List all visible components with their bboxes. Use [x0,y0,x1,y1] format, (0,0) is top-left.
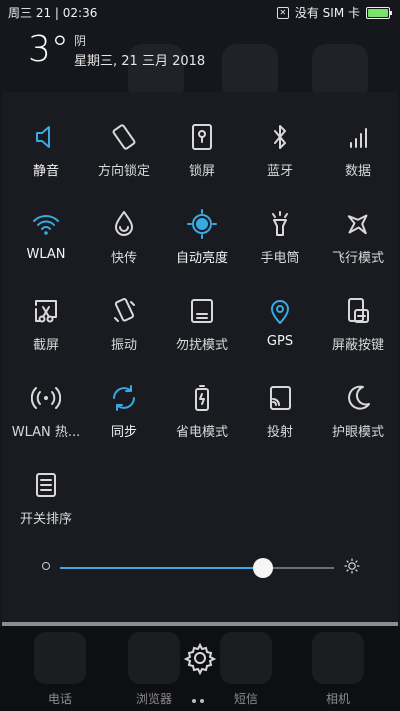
brightness-track[interactable] [60,558,334,578]
vibrate-icon [114,298,135,322]
tile-cast[interactable]: 投射 [240,361,320,441]
brightness-low-icon [42,562,50,570]
tile-label: WLAN [26,247,66,262]
location-pin-icon [271,300,289,324]
tile-label: 快传 [110,251,137,266]
sync-icon [113,385,135,411]
tile-label: 开关排序 [19,512,72,527]
tile-label: 飞行模式 [331,251,384,266]
tile-mobile-data[interactable]: 数据 [318,100,398,180]
screenshot-icon [35,300,57,323]
tile-wifi[interactable]: WLAN [6,187,86,267]
rotation-lock-icon [112,124,136,150]
dock-label: 短信 [233,692,258,706]
block-keys-icon [348,298,369,323]
no-sim-icon: ✕ [276,6,289,19]
flashlight-icon [272,211,288,236]
status-time: 周三 21 | 02:36 [8,6,98,20]
tile-speaker[interactable]: 静音 [6,100,86,180]
sim-status: 没有 SIM 卡 [294,6,360,20]
browser-icon [128,632,180,684]
settings-gear-icon[interactable] [182,640,218,676]
quick-transfer-icon [115,211,133,236]
tile-label: 静音 [32,164,59,179]
dock-label: 相机 [325,692,350,706]
date-text: 星期三, 21 三月 2018 [74,54,206,69]
tile-label: 投射 [266,425,293,440]
eye-care-moon-icon [348,385,370,410]
tile-label: 截屏 [32,338,59,353]
auto-brightness-icon [187,209,217,239]
toggle-order-icon [36,473,56,497]
tile-label: 振动 [110,338,137,353]
tile-sync[interactable]: 同步 [84,361,164,441]
tile-label: 省电模式 [175,425,228,440]
tile-label: 同步 [110,425,137,440]
tile-toggle-order[interactable]: 开关排序 [6,448,86,528]
status-bar: 周三 21 | 02:36 ✕ 没有 SIM 卡 [0,0,400,24]
brightness-high-icon [344,558,360,574]
brightness-thumb[interactable] [252,558,273,578]
tile-screenshot[interactable]: 截屏 [6,274,86,354]
tile-hotspot[interactable]: WLAN 热... [6,361,86,441]
tile-vibrate[interactable]: 振动 [84,274,164,354]
cast-icon [270,386,291,410]
tile-location-pin[interactable]: GPS [240,274,320,354]
toggle-grid: 静音 方向锁定 锁屏 蓝牙 数据 WLAN 快传 自动亮度 手电筒 飞行模式截屏 振动 勿扰模式 GPS… [2,92,398,562]
tile-label: 勿扰模式 [175,338,228,353]
tile-label: 数据 [344,164,371,179]
hotspot-icon [31,387,61,409]
mobile-data-icon [350,128,367,148]
speaker-icon [36,126,50,148]
tile-label: 锁屏 [188,164,215,179]
wifi-icon [33,215,59,235]
tile-flashlight[interactable]: 手电筒 [240,187,320,267]
brightness-fill [60,567,263,569]
dock-label: 电话 [47,692,72,706]
tile-eye-care-moon[interactable]: 护眼模式 [318,361,398,441]
dock-phone[interactable]: 电话 [20,626,100,707]
page-indicator [192,688,208,703]
phone-icon [34,632,86,684]
tile-airplane[interactable]: 飞行模式 [318,187,398,267]
tile-label: 手电筒 [260,251,300,266]
tile-label: WLAN 热... [11,425,81,440]
battery-saver-icon [195,385,209,411]
quick-settings-panel: 静音 方向锁定 锁屏 蓝牙 数据 WLAN 快传 自动亮度 手电筒 飞行模式截屏 振动 勿扰模式 GPS… [2,92,398,626]
tile-quick-transfer[interactable]: 快传 [84,187,164,267]
tile-label: 护眼模式 [331,425,384,440]
tile-bluetooth[interactable]: 蓝牙 [240,100,320,180]
weather-condition: 阴 [74,34,87,48]
tile-battery-saver[interactable]: 省电模式 [162,361,242,441]
tile-rotation-lock[interactable]: 方向锁定 [84,100,164,180]
tile-auto-brightness[interactable]: 自动亮度 [162,187,242,267]
tile-block-keys[interactable]: 屏蔽按键 [318,274,398,354]
tile-label: GPS [266,334,294,349]
camera-icon [312,632,364,684]
lock-screen-icon [192,124,212,150]
do-not-disturb-icon [191,299,213,323]
messages-icon [220,632,272,684]
dock-messages[interactable]: 短信 [206,626,286,707]
temperature: 3° [28,29,69,70]
tile-label: 蓝牙 [266,164,293,179]
brightness-slider[interactable] [38,552,362,582]
airplane-icon [347,214,368,235]
tile-label: 方向锁定 [97,164,150,179]
tile-label: 屏蔽按键 [331,338,384,353]
tile-lock-screen[interactable]: 锁屏 [162,100,242,180]
bluetooth-icon [274,125,286,149]
tile-do-not-disturb[interactable]: 勿扰模式 [162,274,242,354]
battery-icon [366,6,392,19]
tile-label: 自动亮度 [175,251,228,266]
dock-camera[interactable]: 相机 [298,626,378,707]
dock-label: 浏览器 [135,692,172,706]
